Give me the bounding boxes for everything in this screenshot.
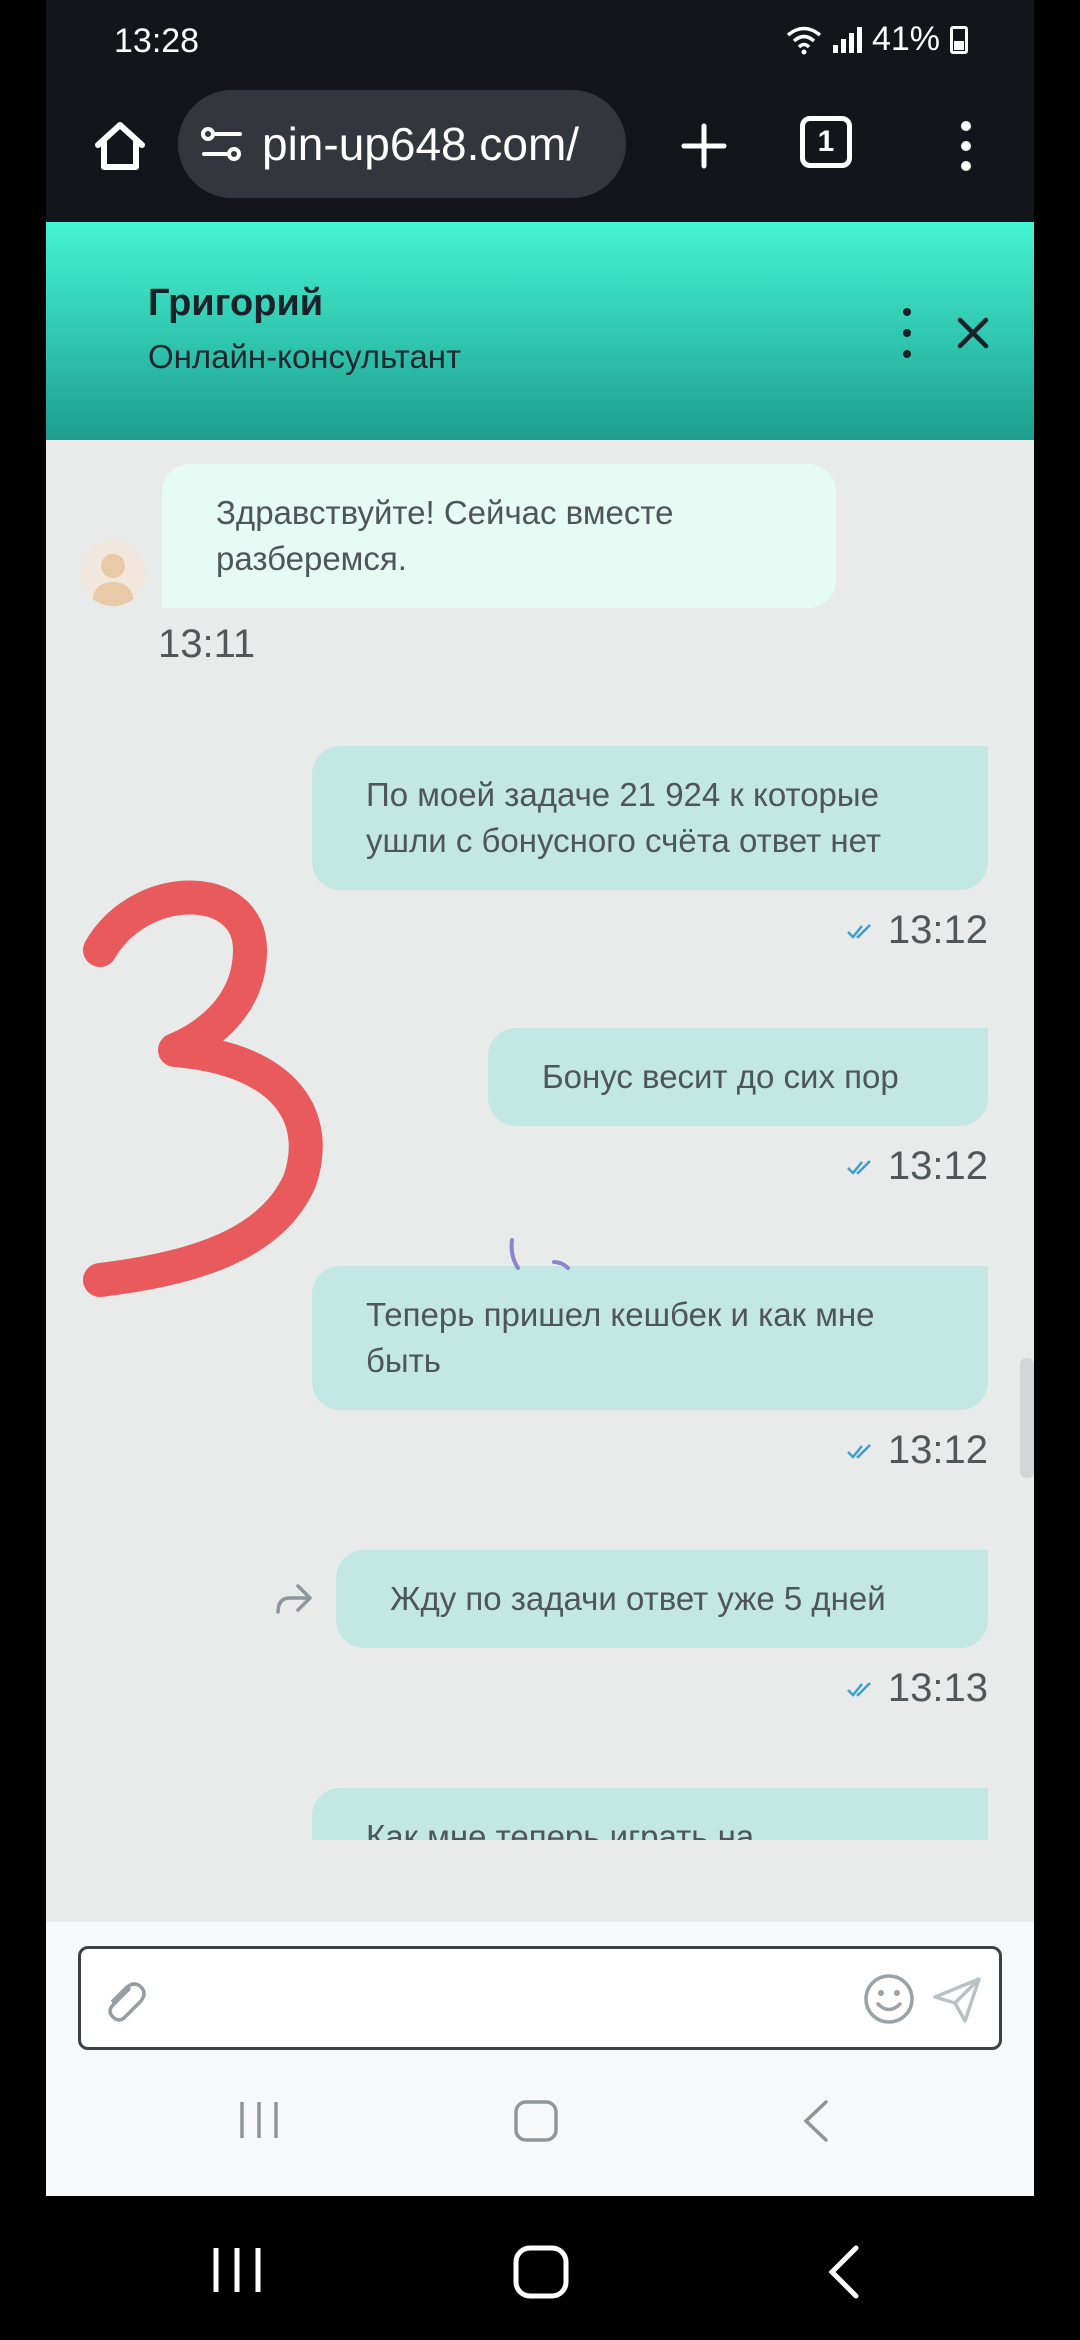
phone-screen: 13:28 41% pin-up648.com/ 1 Григорий Онла… (0, 0, 1080, 2340)
address-bar[interactable]: pin-up648.com/ (178, 90, 626, 198)
message-time: 13:13 (846, 1666, 988, 1711)
close-icon (957, 317, 989, 349)
system-navigation-bar (0, 2196, 1080, 2340)
double-check-icon (846, 1159, 874, 1175)
back-icon[interactable] (824, 2244, 864, 2300)
send-icon[interactable] (929, 1971, 985, 2027)
browser-toolbar: pin-up648.com/ 1 (46, 82, 1034, 222)
message-bubble-outgoing: Бонус весит до сих пор (488, 1028, 988, 1126)
message-line: Жду по задачи ответ уже 5 дней (390, 1580, 886, 1617)
recent-apps-icon[interactable] (236, 2098, 282, 2142)
chat-header: Григорий Онлайн-консультант (46, 222, 1034, 440)
forward-icon (276, 1584, 312, 1614)
new-tab-button[interactable] (666, 108, 742, 184)
agent-role: Онлайн-консультант (148, 338, 462, 375)
forward-button[interactable] (274, 1582, 320, 1622)
close-chat-button[interactable] (948, 308, 998, 358)
message-time: 13:12 (846, 908, 988, 953)
message-bubble-outgoing: Теперь пришел кешбек и как мне быть (312, 1266, 988, 1410)
paperclip-icon[interactable] (99, 1975, 151, 2027)
chat-widget: Григорий Онлайн-консультант Здравствуйте… (46, 222, 1034, 2196)
status-indicators: 41% (785, 20, 968, 59)
message-line: разберемся. (216, 540, 407, 577)
message-line: Здравствуйте! Сейчас вместе (216, 494, 674, 531)
more-vertical-icon (903, 308, 911, 316)
message-bubble-outgoing: Как мне теперь играть на (312, 1788, 988, 1840)
signal-icon (832, 26, 862, 53)
message-input[interactable] (78, 1946, 1002, 2050)
message-time-text: 13:11 (158, 622, 256, 666)
message-line: ушли с бонусного счёта ответ нет (366, 822, 881, 859)
home-square-icon[interactable] (512, 2244, 570, 2300)
message-time: 13:12 (846, 1144, 988, 1189)
page-navigation-bar (46, 2062, 1034, 2196)
home-button[interactable] (82, 108, 158, 184)
person-avatar-icon (92, 554, 134, 606)
message-time-text: 13:12 (887, 908, 988, 952)
message-line: Теперь пришел кешбек и как мне (366, 1296, 875, 1333)
url-text: pin-up648.com/ (262, 118, 580, 170)
home-icon (95, 122, 145, 170)
message-bubble-outgoing: По моей задаче 21 924 к которые ушли с б… (312, 746, 988, 890)
message-time-text: 13:12 (887, 1428, 988, 1472)
message-line: Как мне теперь играть на (366, 1818, 755, 1840)
recent-apps-icon[interactable] (210, 2244, 264, 2296)
message-bubble-outgoing: Жду по задачи ответ уже 5 дней (336, 1550, 988, 1648)
battery-percent: 41% (871, 20, 940, 58)
double-check-icon (846, 923, 874, 939)
composer-area (46, 1922, 1034, 2062)
plus-icon (681, 123, 727, 169)
message-time-text: 13:13 (887, 1666, 988, 1710)
message-time: 13:12 (846, 1428, 988, 1473)
message-time: 13:11 (158, 622, 255, 667)
message-line: быть (366, 1342, 441, 1379)
tab-switcher-button[interactable]: 1 (800, 116, 852, 168)
agent-avatar (80, 540, 146, 606)
chat-menu-button[interactable] (892, 308, 922, 358)
home-square-icon[interactable] (512, 2098, 560, 2144)
chat-scrollbar[interactable] (1020, 1358, 1034, 1478)
status-time: 13:28 (114, 22, 200, 60)
browser-window: 13:28 41% pin-up648.com/ 1 Григорий Онла… (46, 0, 1034, 2196)
battery-icon (950, 25, 968, 54)
message-line: Бонус весит до сих пор (542, 1058, 899, 1095)
double-check-icon (846, 1681, 874, 1697)
browser-menu-button[interactable] (936, 108, 996, 184)
agent-name: Григорий (148, 282, 324, 324)
double-check-icon (846, 1443, 874, 1459)
smiley-icon[interactable] (861, 1971, 917, 2027)
message-list[interactable]: Здравствуйте! Сейчас вместе разберемся. … (46, 440, 1034, 1840)
more-vertical-icon (961, 121, 971, 131)
status-bar: 13:28 41% (46, 0, 1034, 82)
message-bubble-incoming: Здравствуйте! Сейчас вместе разберемся. (162, 464, 836, 608)
message-time-text: 13:12 (887, 1144, 988, 1188)
message-line: По моей задаче 21 924 к которые (366, 776, 879, 813)
site-settings-icon[interactable] (200, 124, 244, 164)
back-icon[interactable] (798, 2098, 834, 2144)
wifi-icon (786, 26, 822, 54)
